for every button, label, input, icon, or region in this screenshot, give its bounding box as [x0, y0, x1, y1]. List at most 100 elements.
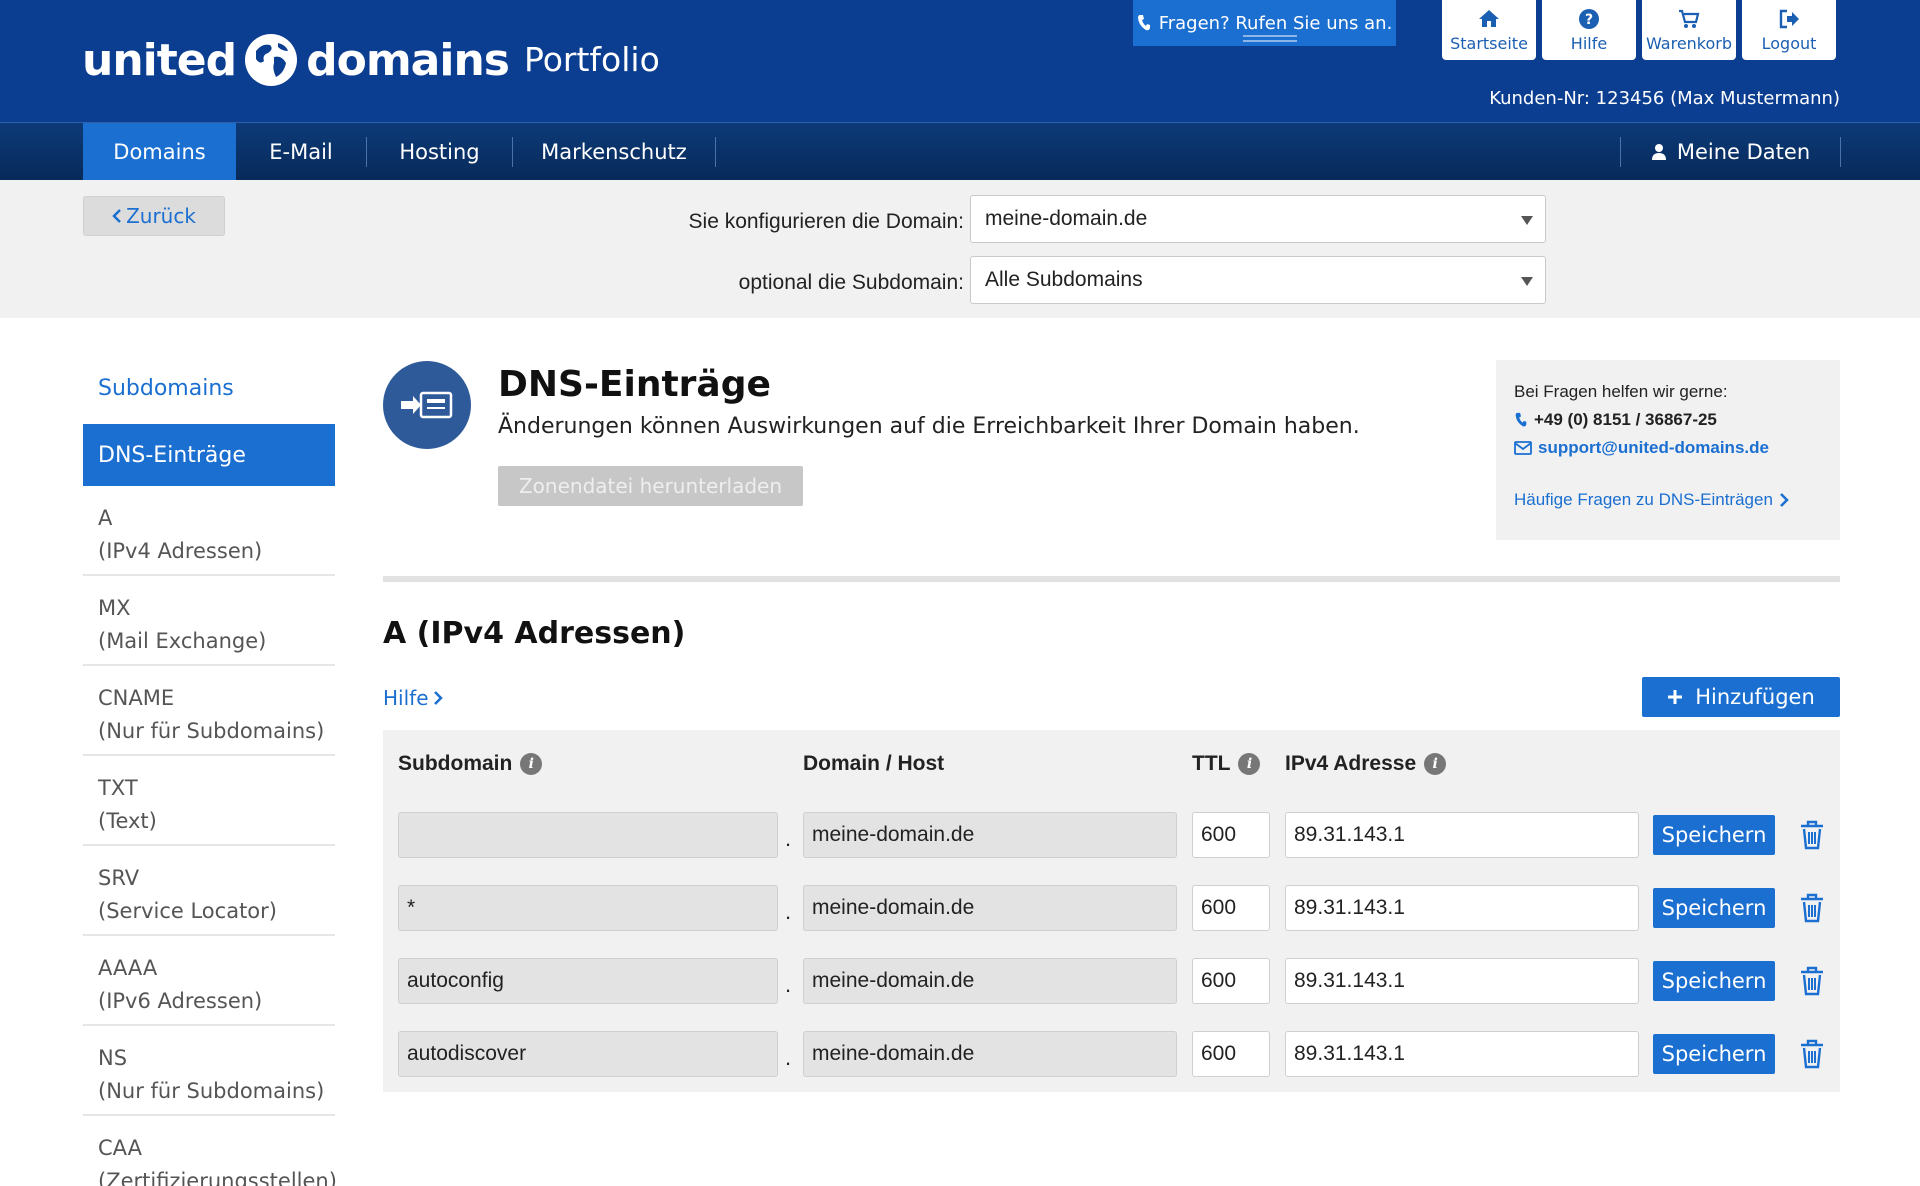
caret-down-icon [1521, 216, 1533, 225]
ip-input[interactable]: 89.31.143.1 [1285, 885, 1639, 931]
subdomain-select-value: Alle Subdomains [985, 268, 1143, 291]
nav-item-markenschutz[interactable]: Markenschutz [513, 123, 715, 181]
sidebar-item-type: NS [98, 1046, 128, 1070]
ip-input[interactable]: 89.31.143.1 [1285, 812, 1639, 858]
logo-text-left: united [82, 34, 237, 86]
sidebar-item-subdomains[interactable]: Subdomains [98, 376, 234, 401]
help-email[interactable]: support@united-domains.de [1514, 438, 1769, 458]
domain-select[interactable]: meine-domain.de [970, 195, 1546, 243]
section-divider [383, 576, 1840, 582]
help-intro: Bei Fragen helfen wir gerne: [1514, 382, 1728, 401]
back-button[interactable]: Zurück [83, 196, 225, 236]
column-header-host: Domain / Host [803, 752, 944, 776]
ttl-input[interactable]: 600 [1192, 885, 1270, 931]
trash-icon[interactable] [1799, 893, 1825, 923]
domain-select-label: Sie konfigurieren die Domain: [688, 210, 964, 233]
back-button-label: Zurück [126, 204, 196, 228]
phone-tab-handle [1243, 35, 1297, 42]
mail-icon [1514, 441, 1532, 455]
chevron-left-icon [112, 209, 121, 223]
zone-download-button[interactable]: Zonendatei herunterladen [498, 466, 803, 506]
ttl-input[interactable]: 600 [1192, 812, 1270, 858]
sidebar-item-ns[interactable]: NS (Nur für Subdomains) [83, 1026, 335, 1116]
table-row: autodiscover . meine-domain.de 600 89.31… [383, 1031, 1840, 1077]
info-icon[interactable]: i [1424, 753, 1447, 775]
ip-input[interactable]: 89.31.143.1 [1285, 958, 1639, 1004]
header: united domains Portfolio Fragen? Rufen S… [0, 0, 1920, 122]
column-header-label: TTL [1192, 752, 1231, 775]
add-button[interactable]: Hinzufügen [1642, 677, 1840, 717]
faq-link[interactable]: Häufige Fragen zu DNS-Einträgen [1514, 490, 1789, 510]
save-button[interactable]: Speichern [1653, 1034, 1775, 1074]
ttl-input[interactable]: 600 [1192, 958, 1270, 1004]
page-subtitle: Änderungen können Auswirkungen auf die E… [498, 414, 1360, 439]
logo[interactable]: united domains [82, 30, 510, 90]
home-button[interactable]: Startseite [1442, 0, 1536, 60]
logout-button[interactable]: Logout [1742, 0, 1836, 60]
host-field: meine-domain.de [803, 885, 1177, 931]
subdomain-input[interactable]: * [398, 885, 778, 931]
chevron-right-icon [433, 691, 443, 705]
save-button[interactable]: Speichern [1653, 815, 1775, 855]
domain-config-bar: Zurück Sie konfigurieren die Domain: mei… [0, 180, 1920, 318]
page-title: DNS-Einträge [498, 364, 771, 405]
save-button[interactable]: Speichern [1653, 888, 1775, 928]
subdomain-input[interactable] [398, 812, 778, 858]
subdomain-select-label: optional die Subdomain: [738, 271, 964, 294]
sidebar-item-caa[interactable]: CAA (Zertifizierungsstellen) [83, 1116, 337, 1186]
plus-icon [1668, 690, 1683, 704]
ttl-input[interactable]: 600 [1192, 1031, 1270, 1077]
nav-item-hosting[interactable]: Hosting [367, 123, 512, 181]
logout-button-label: Logout [1761, 34, 1817, 53]
trash-icon[interactable] [1799, 1039, 1825, 1069]
help-email-address: support@united-domains.de [1538, 438, 1769, 457]
globe-icon [245, 34, 298, 86]
help-button-label: Hilfe [1570, 34, 1608, 53]
sidebar-item-desc: (Zertifizierungsstellen) [98, 1169, 337, 1186]
save-button[interactable]: Speichern [1653, 961, 1775, 1001]
trash-icon[interactable] [1799, 966, 1825, 996]
info-icon[interactable]: i [520, 753, 543, 775]
trash-icon[interactable] [1799, 820, 1825, 850]
dot-separator: . [785, 826, 792, 851]
nav-separator [715, 137, 716, 167]
add-button-label: Hinzufügen [1695, 685, 1815, 709]
table-row: . meine-domain.de 600 89.31.143.1 Speich… [383, 812, 1840, 858]
nav-separator [1840, 137, 1841, 167]
sidebar-item-dns-eintraege[interactable]: DNS-Einträge [83, 424, 335, 486]
host-field: meine-domain.de [803, 958, 1177, 1004]
domain-select-value: meine-domain.de [985, 207, 1148, 230]
logout-icon [1779, 9, 1799, 29]
nav-item-email[interactable]: E-Mail [236, 123, 366, 181]
sidebar-item-mx[interactable]: MX (Mail Exchange) [83, 576, 335, 666]
subdomain-input[interactable]: autodiscover [398, 1031, 778, 1077]
nav-item-domains[interactable]: Domains [83, 123, 236, 181]
sidebar-item-type: A [98, 506, 113, 530]
sidebar-item-a[interactable]: A (IPv4 Adressen) [83, 486, 335, 576]
info-icon[interactable]: i [1238, 753, 1261, 775]
sidebar-item-type: CNAME [98, 686, 175, 710]
sidebar-item-desc: (Mail Exchange) [98, 629, 267, 653]
host-field: meine-domain.de [803, 1031, 1177, 1077]
cart-icon [1679, 9, 1700, 28]
nav-item-meine-daten[interactable]: Meine Daten [1621, 123, 1840, 181]
help-button[interactable]: ? Hilfe [1542, 0, 1636, 60]
logo-text-right: domains [306, 34, 510, 86]
ip-input[interactable]: 89.31.143.1 [1285, 1031, 1639, 1077]
column-header-ip: IPv4 Adresse i [1285, 752, 1447, 776]
help-box: Bei Fragen helfen wir gerne: +49 (0) 815… [1496, 360, 1840, 540]
help-phone: +49 (0) 8151 / 36867-25 [1514, 410, 1717, 430]
faq-link-label: Häufige Fragen zu DNS-Einträgen [1514, 490, 1773, 509]
sidebar-item-type: TXT [98, 776, 138, 800]
phone-tab[interactable]: Fragen? Rufen Sie uns an. [1133, 0, 1396, 46]
hilfe-link[interactable]: Hilfe [383, 686, 443, 710]
subdomain-input[interactable]: autoconfig [398, 958, 778, 1004]
subdomain-select[interactable]: Alle Subdomains [970, 256, 1546, 304]
sidebar-item-cname[interactable]: CNAME (Nur für Subdomains) [83, 666, 335, 756]
help-icon: ? [1579, 9, 1599, 29]
cart-button[interactable]: Warenkorb [1642, 0, 1736, 60]
sidebar-item-txt[interactable]: TXT (Text) [83, 756, 335, 846]
cart-button-label: Warenkorb [1645, 34, 1733, 53]
sidebar-item-srv[interactable]: SRV (Service Locator) [83, 846, 335, 936]
sidebar-item-aaaa[interactable]: AAAA (IPv6 Adressen) [83, 936, 335, 1026]
